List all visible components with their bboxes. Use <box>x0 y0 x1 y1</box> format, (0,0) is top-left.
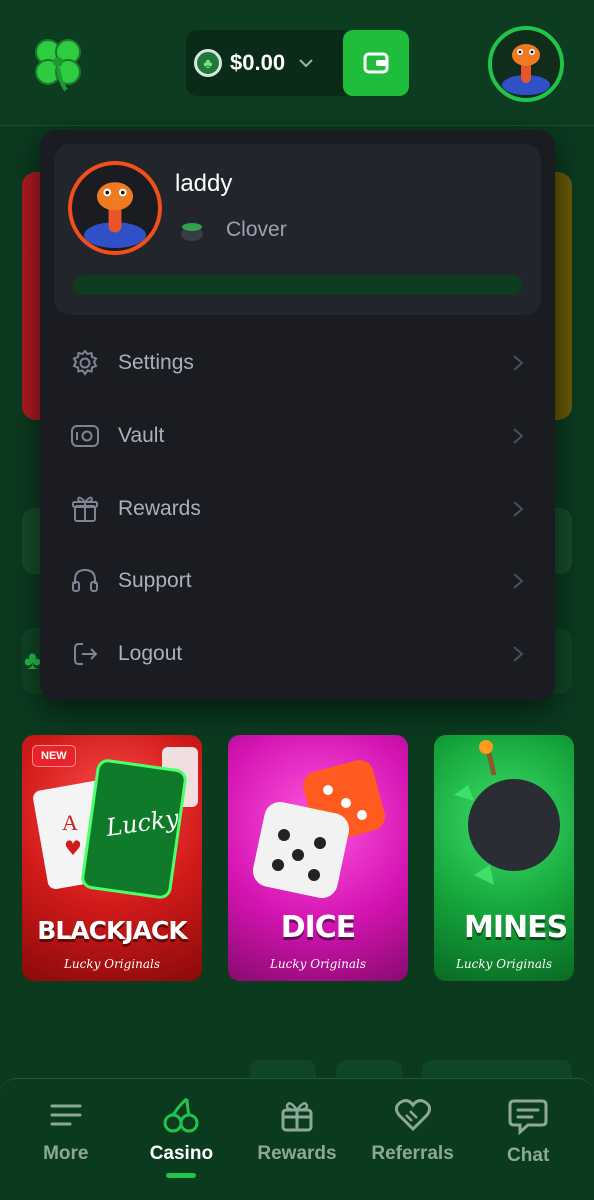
menu-label: Support <box>118 569 192 592</box>
profile-avatar <box>68 161 162 255</box>
rank-label: Clover <box>226 218 287 241</box>
game-subtitle: Lucky Originals <box>63 957 161 971</box>
clover-logo-icon[interactable] <box>28 34 88 94</box>
chevron-down-icon <box>299 59 313 68</box>
nav-item-referrals[interactable]: Referrals <box>358 1097 468 1200</box>
nav-item-casino[interactable]: Casino <box>126 1097 236 1200</box>
menu-label: Vault <box>118 424 165 447</box>
menu-item-vault[interactable]: Vault <box>40 405 555 467</box>
game-card-blackjack[interactable]: NEW A ♥ Lucky BLACKJACK Lucky Originals <box>22 735 202 981</box>
chevron-right-icon <box>513 646 524 662</box>
chevron-right-icon <box>513 355 524 371</box>
nav-item-more[interactable]: More <box>11 1097 121 1200</box>
menu-item-support[interactable]: Support <box>40 550 555 612</box>
game-card-dice[interactable]: DICE Lucky Originals <box>228 735 408 981</box>
wallet-icon <box>363 52 389 74</box>
nav-label: Chat <box>507 1145 550 1166</box>
chat-bubble-icon <box>508 1099 548 1135</box>
nav-item-rewards[interactable]: Rewards <box>242 1097 352 1200</box>
nav-label: Casino <box>149 1143 214 1164</box>
logout-icon <box>70 639 100 669</box>
chevron-right-icon <box>513 428 524 444</box>
game-title: MINES <box>464 910 568 945</box>
snake-avatar <box>84 182 146 248</box>
menu-item-settings[interactable]: Settings <box>40 332 555 394</box>
chevron-right-icon <box>513 573 524 589</box>
headset-icon <box>70 566 100 596</box>
handshake-heart-icon <box>394 1099 431 1132</box>
bottom-navigation: More Casino Rewards Referrals Chat <box>0 1078 594 1200</box>
nav-label: Rewards <box>257 1143 337 1164</box>
game-title: BLACKJACK <box>37 916 187 945</box>
menu-label: Rewards <box>118 497 201 520</box>
bomb-art <box>454 740 560 885</box>
menu-label: Settings <box>118 351 194 374</box>
svg-text:♥: ♥ <box>64 836 82 860</box>
balance-amount: $0.00 <box>230 50 286 75</box>
profile-dropdown-menu: laddy Clover Settings Vault Rewards Supp… <box>40 130 555 700</box>
profile-card[interactable]: laddy Clover <box>54 144 541 315</box>
vault-icon <box>70 421 100 451</box>
snake-avatar <box>502 44 550 95</box>
clover-icon: ♣ <box>24 645 42 675</box>
dice-art <box>252 760 385 899</box>
gift-icon <box>70 494 100 524</box>
clover-coin-icon: ♣ <box>194 49 222 77</box>
rank-progress-bar <box>73 275 522 295</box>
pot-icon <box>181 223 203 241</box>
username: laddy <box>175 170 233 197</box>
top-bar: ♣ $0.00 <box>0 0 594 126</box>
menu-item-rewards[interactable]: Rewards <box>40 478 555 540</box>
chevron-right-icon <box>513 501 524 517</box>
nav-label: More <box>43 1143 89 1164</box>
nav-item-chat[interactable]: Chat <box>473 1097 583 1200</box>
game-title: DICE <box>280 910 357 945</box>
svg-text:A: A <box>62 810 78 835</box>
game-card-mines[interactable]: MINES Lucky Originals <box>434 735 574 981</box>
menu-item-logout[interactable]: Logout <box>40 623 555 685</box>
menu-label: Logout <box>118 642 183 665</box>
gear-icon <box>70 348 100 378</box>
game-subtitle: Lucky Originals <box>455 957 553 971</box>
menu-lines-icon <box>50 1104 82 1126</box>
user-avatar-button[interactable] <box>488 26 564 102</box>
game-subtitle: Lucky Originals <box>269 957 367 971</box>
active-indicator <box>166 1173 197 1178</box>
balance-selector[interactable]: ♣ $0.00 <box>186 30 356 96</box>
nav-label: Referrals <box>371 1143 454 1164</box>
gift-icon <box>281 1102 313 1132</box>
wallet-button[interactable] <box>343 30 409 96</box>
cherries-icon <box>163 1097 199 1133</box>
